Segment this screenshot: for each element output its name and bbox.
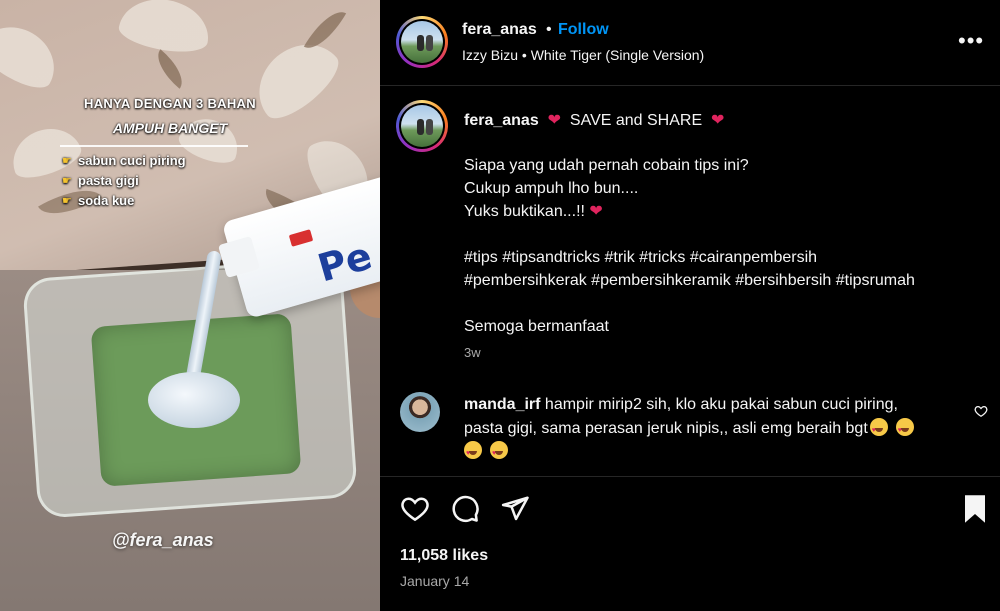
commenter-username[interactable]: manda_irf bbox=[464, 396, 540, 413]
share-icon[interactable] bbox=[500, 494, 530, 529]
commenter-avatar[interactable] bbox=[400, 392, 440, 432]
comment-text: manda_irf hampir mirip2 sih, klo aku pak… bbox=[464, 393, 964, 466]
caption-body: Siapa yang udah pernah cobain tips ini? … bbox=[464, 154, 984, 338]
caption-hashtags[interactable]: #tips #tipsandtricks #trik #tricks #cair… bbox=[464, 246, 984, 269]
caption-line: Siapa yang udah pernah cobain tips ini? bbox=[464, 157, 749, 174]
ingredient-item: ☛ sabun cuci piring bbox=[62, 151, 186, 171]
author-username[interactable]: fera_anas bbox=[462, 21, 537, 39]
pointing-hand-icon: ☛ bbox=[62, 175, 72, 187]
post-actions: 11,058 likes January 14 bbox=[380, 476, 1000, 611]
post-date: January 14 bbox=[400, 573, 470, 589]
separator-dot: • bbox=[546, 21, 552, 38]
ingredient-item: ☛ pasta gigi bbox=[62, 171, 186, 191]
caption-username[interactable]: fera_anas bbox=[464, 112, 539, 129]
post-details-panel: fera_anas • Follow Izzy Bizu • White Tig… bbox=[380, 0, 1000, 611]
overlay-subtitle: AMPUH BANGET bbox=[112, 120, 228, 136]
heart-eyes-emoji bbox=[895, 417, 914, 442]
toothpaste-blob bbox=[148, 372, 240, 428]
follow-button[interactable]: Follow bbox=[558, 21, 609, 39]
caption-timestamp[interactable]: 3w bbox=[464, 345, 481, 360]
caption-author-avatar[interactable] bbox=[396, 100, 448, 152]
overlay-title: HANYA DENGAN 3 BAHAN bbox=[84, 96, 256, 111]
pointing-hand-icon: ☛ bbox=[62, 195, 72, 207]
red-heart-emoji: ❤ bbox=[543, 112, 566, 129]
author-avatar[interactable] bbox=[396, 16, 448, 68]
red-heart-emoji: ❤ bbox=[706, 112, 725, 129]
caption-line: Yuks buktikan...!! ❤ bbox=[464, 200, 984, 223]
pointing-hand-icon: ☛ bbox=[62, 155, 72, 167]
more-options-icon[interactable]: ••• bbox=[958, 28, 984, 54]
like-icon[interactable] bbox=[400, 494, 430, 529]
comment-like-icon[interactable] bbox=[974, 404, 988, 423]
caption-line: Cukup ampuh lho bun.... bbox=[464, 180, 639, 197]
like-count[interactable]: 11,058 likes bbox=[400, 547, 488, 565]
heart-eyes-emoji bbox=[869, 417, 888, 442]
comment-icon[interactable] bbox=[450, 494, 480, 529]
heart-eyes-emoji bbox=[490, 441, 508, 466]
watermark: @fera_anas bbox=[112, 530, 214, 550]
post-media[interactable]: Pe HANYA DENGAN 3 BAHAN AMPUH BANGET ☛ sa… bbox=[0, 0, 380, 611]
post-header: fera_anas • Follow Izzy Bizu • White Tig… bbox=[380, 0, 1000, 86]
bookmark-icon[interactable] bbox=[962, 494, 988, 529]
caption-headline: SAVE and SHARE bbox=[569, 112, 703, 129]
overlay-divider bbox=[60, 145, 248, 147]
audio-track-link[interactable]: Izzy Bizu • White Tiger (Single Version) bbox=[462, 47, 704, 63]
ingredient-item: ☛ soda kue bbox=[62, 191, 186, 211]
caption-hashtags[interactable]: #pembersihkerak #pembersihkeramik #bersi… bbox=[464, 269, 984, 292]
caption-first-line: fera_anas ❤ SAVE and SHARE ❤ bbox=[464, 110, 724, 130]
ingredient-list: ☛ sabun cuci piring ☛ pasta gigi ☛ soda kue bbox=[62, 151, 186, 211]
heart-eyes-emoji bbox=[464, 441, 482, 466]
caption-closing: Semoga bermanfaat bbox=[464, 318, 609, 335]
red-heart-emoji: ❤ bbox=[584, 203, 603, 220]
